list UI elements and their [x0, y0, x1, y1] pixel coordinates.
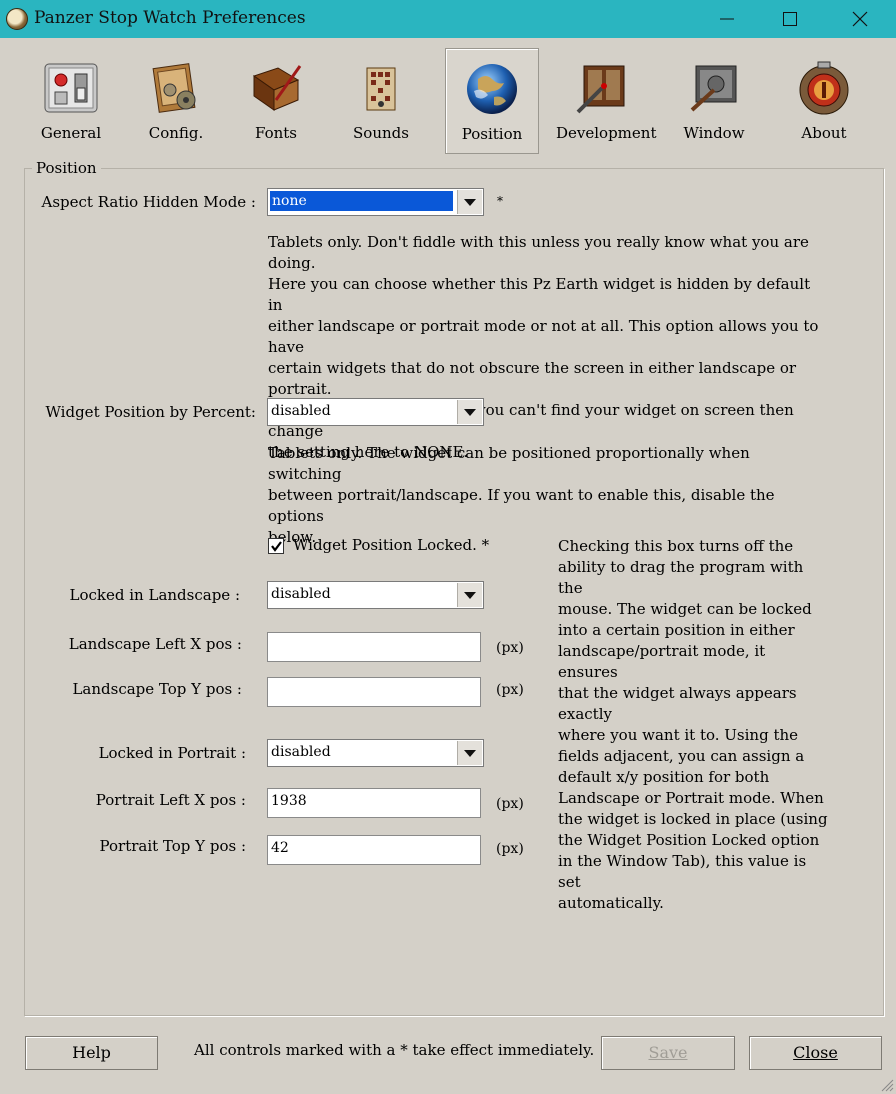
chevron-down-icon	[464, 409, 476, 416]
aspect-ratio-select[interactable]: none	[267, 188, 484, 216]
speaker-icon	[366, 67, 396, 111]
about-icon	[799, 61, 849, 115]
tab-window[interactable]: Window	[668, 48, 760, 152]
unit-label: (px)	[496, 682, 524, 698]
aspect-ratio-label: Aspect Ratio Hidden Mode :	[41, 193, 257, 211]
tab-label: Window	[683, 124, 745, 142]
locked-portrait-select[interactable]: disabled	[267, 739, 484, 767]
aspect-ratio-description: Tablets only. Don't fiddle with this unl…	[268, 233, 819, 461]
unit-label: (px)	[496, 640, 524, 656]
position-percent-value: disabled	[271, 403, 331, 419]
tab-general[interactable]: General	[25, 48, 117, 152]
close-icon	[852, 11, 868, 27]
window-icon	[690, 65, 737, 112]
dropdown-button[interactable]	[457, 190, 482, 214]
tab-label: Development	[556, 124, 657, 142]
landscape-top-label: Landscape Top Y pos :	[72, 680, 242, 698]
tab-label: Fonts	[254, 124, 297, 142]
tab-fonts[interactable]: Fonts	[230, 48, 322, 152]
landscape-top-input[interactable]	[267, 677, 481, 707]
footer-note: All controls marked with a * take effect…	[194, 1041, 595, 1059]
chevron-down-icon	[464, 199, 476, 206]
maximize-button[interactable]	[767, 0, 813, 38]
portrait-top-input[interactable]: 42	[267, 835, 481, 865]
position-percent-label: Widget Position by Percent:	[45, 403, 256, 421]
tab-config[interactable]: Config.	[130, 48, 222, 152]
help-button[interactable]: Help	[25, 1036, 158, 1070]
unit-label: (px)	[496, 841, 524, 857]
maximize-icon	[783, 12, 797, 26]
machine-icon	[576, 65, 625, 114]
tab-label: Position	[461, 125, 523, 143]
minimize-button[interactable]	[704, 0, 750, 38]
portrait-left-input[interactable]: 1938	[267, 788, 481, 818]
locked-portrait-label: Locked in Portrait :	[98, 744, 246, 762]
position-locked-description: Checking this box turns off the ability …	[558, 537, 828, 912]
locked-landscape-select[interactable]: disabled	[267, 581, 484, 609]
position-percent-description: Tablets only. The widget can be position…	[268, 444, 775, 546]
locked-portrait-value: disabled	[271, 744, 331, 760]
tab-label: Sounds	[353, 124, 409, 142]
window-title: Panzer Stop Watch Preferences	[34, 8, 306, 28]
landscape-left-label: Landscape Left X pos :	[68, 635, 242, 653]
tab-label: Config.	[148, 124, 204, 142]
switches-icon	[44, 63, 98, 113]
resize-grip-icon[interactable]	[880, 1078, 894, 1092]
locked-landscape-label: Locked in Landscape :	[69, 586, 240, 604]
landscape-left-input[interactable]	[267, 632, 481, 662]
position-locked-label[interactable]: Widget Position Locked. *	[293, 536, 489, 554]
chevron-down-icon	[464, 750, 476, 757]
tab-about[interactable]: About	[778, 48, 870, 152]
gears-icon	[152, 63, 196, 113]
portrait-left-label: Portrait Left X pos :	[95, 791, 246, 809]
portrait-top-label: Portrait Top Y pos :	[99, 837, 246, 855]
dropdown-button[interactable]	[457, 400, 482, 424]
immediate-marker: *	[497, 194, 503, 208]
title-bar[interactable]: Panzer Stop Watch Preferences	[0, 0, 896, 38]
group-title: Position	[32, 159, 101, 177]
locked-landscape-value: disabled	[271, 586, 331, 602]
minimize-icon	[720, 18, 734, 20]
close-window-button[interactable]	[837, 0, 883, 38]
save-button[interactable]: Save	[601, 1036, 735, 1070]
position-percent-select[interactable]: disabled	[267, 398, 484, 426]
unit-label: (px)	[496, 796, 524, 812]
dropdown-button[interactable]	[457, 741, 482, 765]
checkmark-icon	[271, 541, 282, 552]
stopwatch-app-icon	[6, 8, 28, 30]
dropdown-button[interactable]	[457, 583, 482, 607]
tab-position[interactable]: Position	[445, 48, 539, 154]
tab-label: About	[801, 124, 847, 142]
tab-label: General	[40, 124, 102, 142]
position-locked-checkbox[interactable]	[268, 538, 284, 554]
tab-development[interactable]: Development	[556, 48, 657, 152]
book-pen-icon	[252, 65, 302, 111]
tab-sounds[interactable]: Sounds	[335, 48, 427, 152]
chevron-down-icon	[464, 592, 476, 599]
globe-icon	[467, 64, 517, 114]
close-button[interactable]: Close	[749, 1036, 882, 1070]
aspect-ratio-value: none	[270, 191, 453, 211]
